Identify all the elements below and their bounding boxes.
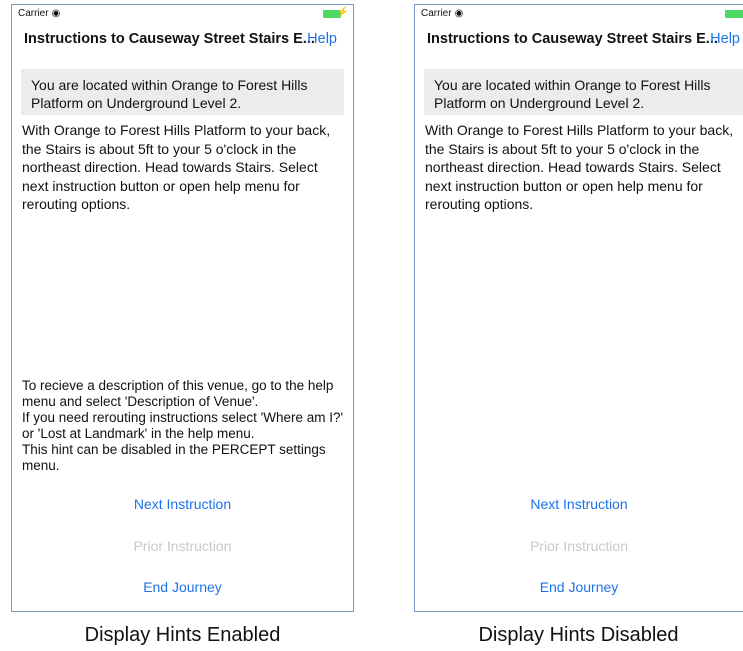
phone-screen-hints-disabled: Carrier ◉ Instructions to Causeway Street… <box>414 4 743 612</box>
instruction-text: With Orange to Forest Hills Platform to … <box>22 122 331 212</box>
caption-hints-disabled: Display Hints Disabled <box>478 624 679 646</box>
carrier-label: Carrier <box>421 8 452 19</box>
nav-title: Instructions to Causeway Street Stairs E… <box>427 31 718 47</box>
battery-icon <box>725 10 743 18</box>
carrier-label: Carrier <box>18 8 49 19</box>
status-bar: Carrier ◉ <box>415 5 743 23</box>
hint-text: To recieve a description of this venue, … <box>22 378 347 474</box>
location-banner: You are located within Orange to Forest … <box>21 69 344 115</box>
instruction-text: With Orange to Forest Hills Platform to … <box>425 122 734 212</box>
nav-bar: Instructions to Causeway Street Stairs E… <box>24 31 353 47</box>
end-journey-button[interactable]: End Journey <box>12 579 353 595</box>
hint-line: To recieve a description of this venue, … <box>22 378 334 409</box>
hint-line: This hint can be disabled in the PERCEPT… <box>22 442 326 473</box>
wifi-icon: ◉ <box>51 8 61 19</box>
wifi-icon: ◉ <box>454 8 464 19</box>
end-journey-button[interactable]: End Journey <box>415 579 743 595</box>
caption-hints-enabled: Display Hints Enabled <box>84 624 281 646</box>
phone-screen-hints-enabled: Carrier ◉ ⚡ Instructions to Causeway Stre… <box>11 4 354 612</box>
nav-bar: Instructions to Causeway Street Stairs E… <box>427 31 743 47</box>
next-instruction-button[interactable]: Next Instruction <box>415 496 743 512</box>
next-instruction-button[interactable]: Next Instruction <box>12 496 353 512</box>
status-bar: Carrier ◉ ⚡ <box>12 5 353 23</box>
prior-instruction-button[interactable]: Prior Instruction <box>415 538 743 554</box>
hint-line: If you need rerouting instructions selec… <box>22 410 344 441</box>
help-button[interactable]: Help <box>307 31 337 47</box>
help-button[interactable]: Help <box>710 31 740 47</box>
prior-instruction-button[interactable]: Prior Instruction <box>12 538 353 554</box>
charging-bolt-icon: ⚡ <box>336 7 349 18</box>
nav-title: Instructions to Causeway Street Stairs E… <box>24 31 315 47</box>
location-banner: You are located within Orange to Forest … <box>424 69 743 115</box>
